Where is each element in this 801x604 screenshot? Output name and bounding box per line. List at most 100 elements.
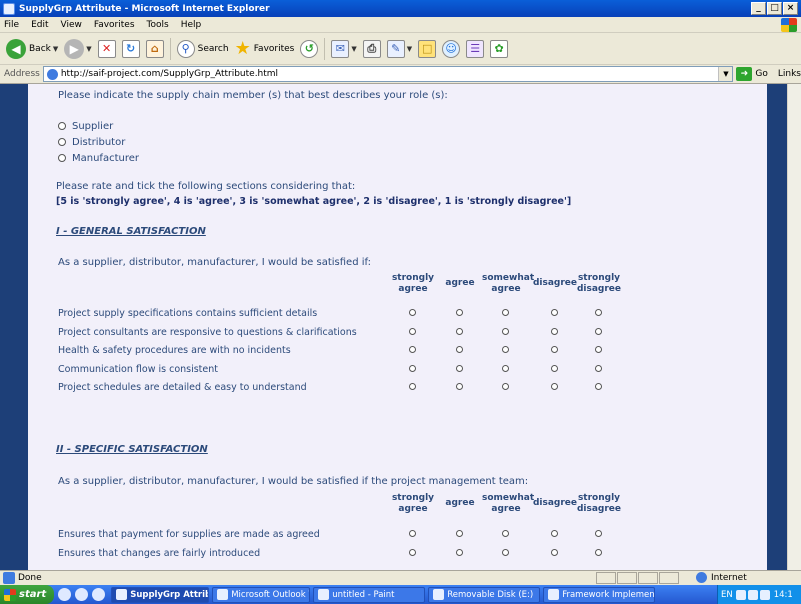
menu-edit[interactable]: Edit — [31, 20, 48, 30]
history-button[interactable]: ↺ — [297, 36, 321, 62]
menu-help[interactable]: Help — [181, 20, 202, 30]
menu-favorites[interactable]: Favorites — [94, 20, 135, 30]
quicklaunch-media-icon[interactable] — [92, 588, 106, 601]
window-title: SupplyGrp Attribute - Microsoft Internet… — [19, 3, 270, 14]
quicklaunch-desktop-icon[interactable] — [58, 588, 72, 601]
role-option-manufacturer[interactable]: Manufacturer — [58, 153, 139, 164]
msn-button[interactable]: ✿ — [487, 36, 511, 62]
taskbar-item-paint[interactable]: untitled - Paint — [313, 586, 426, 603]
home-button[interactable]: ⌂ — [143, 36, 167, 62]
radio-button[interactable] — [58, 138, 66, 146]
rating-item-label: Project supply specifications contains s… — [58, 308, 318, 319]
menu-tools[interactable]: Tools — [147, 20, 169, 30]
search-button[interactable]: ⚲ Search — [174, 36, 232, 62]
edit-button[interactable]: ✎ ▼ — [384, 36, 415, 62]
rating-radio-button[interactable] — [409, 309, 416, 316]
window-title-bar[interactable]: SupplyGrp Attribute - Microsoft Internet… — [0, 0, 801, 17]
go-button[interactable]: ➜ Go — [736, 67, 768, 81]
rating-radio-button[interactable] — [456, 548, 463, 556]
rating-radio-button[interactable] — [502, 346, 509, 353]
rating-radio-button[interactable] — [502, 383, 509, 390]
tray-icon[interactable] — [747, 589, 758, 600]
menu-file[interactable]: File — [4, 20, 19, 30]
rating-radio-button[interactable] — [551, 383, 558, 390]
radio-button[interactable] — [58, 154, 66, 162]
rating-intro: Please rate and tick the following secti… — [56, 181, 356, 192]
role-option-supplier[interactable]: Supplier — [58, 121, 113, 132]
chevron-down-icon[interactable]: ▼ — [718, 67, 733, 81]
rating-radio-button[interactable] — [551, 364, 558, 372]
rating-radio-button[interactable] — [551, 530, 558, 537]
rating-radio-button[interactable] — [456, 346, 463, 353]
column-header: somewhat agree — [482, 273, 534, 295]
maximize-button[interactable]: □ — [767, 2, 782, 15]
quicklaunch-ie-icon[interactable] — [75, 588, 89, 601]
research-button[interactable]: ☰ — [463, 36, 487, 62]
rating-radio-button[interactable] — [409, 364, 416, 372]
taskbar-item-removable-disk[interactable]: Removable Disk (E:) — [428, 586, 541, 603]
rating-radio-button[interactable] — [456, 530, 463, 537]
rating-radio-button[interactable] — [409, 530, 416, 537]
survey-page: Please indicate the supply chain member … — [28, 84, 767, 570]
vertical-scrollbar[interactable] — [787, 84, 801, 570]
back-button[interactable]: ◀ Back ▼ — [3, 36, 61, 62]
messenger-button[interactable]: ☺ — [439, 36, 463, 62]
favorites-button[interactable]: ★ Favorites — [232, 36, 298, 62]
refresh-button[interactable]: ↻ — [119, 36, 143, 62]
rating-radio-button[interactable] — [551, 346, 558, 353]
folder-icon: □ — [418, 39, 437, 58]
tray-icon[interactable] — [759, 589, 770, 600]
rating-radio-button[interactable] — [595, 383, 602, 390]
print-button[interactable]: ⎙ — [360, 36, 384, 62]
forward-arrow-icon: ▶ — [64, 38, 85, 59]
column-header: disagree — [531, 498, 579, 509]
rating-radio-button[interactable] — [595, 364, 602, 372]
rating-radio-button[interactable] — [551, 309, 558, 316]
rating-radio-button[interactable] — [456, 327, 463, 335]
language-indicator[interactable]: EN — [721, 590, 733, 600]
taskbar-item-outlook[interactable]: Microsoft Outlook W... — [212, 586, 311, 603]
rating-radio-button[interactable] — [595, 309, 602, 316]
rating-radio-button[interactable] — [502, 548, 509, 556]
mail-button[interactable]: ✉ ▼ — [328, 36, 359, 62]
folder-button[interactable]: □ — [415, 36, 439, 62]
rating-radio-button[interactable] — [502, 327, 509, 335]
rating-radio-button[interactable] — [595, 327, 602, 335]
rating-radio-button[interactable] — [456, 309, 463, 316]
links-button[interactable]: Links — [778, 69, 801, 79]
rating-radio-button[interactable] — [456, 364, 463, 372]
address-url: http://saif-project.com/SupplyGrp_Attrib… — [60, 69, 279, 79]
rating-radio-button[interactable] — [595, 530, 602, 537]
rating-radio-button[interactable] — [409, 383, 416, 390]
rating-radio-button[interactable] — [595, 548, 602, 556]
rating-radio-button[interactable] — [595, 346, 602, 353]
minimize-button[interactable]: _ — [751, 2, 766, 15]
menu-view[interactable]: View — [61, 20, 82, 30]
rating-radio-button[interactable] — [502, 364, 509, 372]
rating-radio-button[interactable] — [502, 309, 509, 316]
rating-radio-button[interactable] — [409, 346, 416, 353]
rating-radio-button[interactable] — [409, 548, 416, 556]
taskbar-item-word[interactable]: Framework Implemen... — [543, 586, 656, 603]
column-header-line: disagree — [576, 284, 622, 294]
rating-radio-button[interactable] — [456, 383, 463, 390]
radio-button[interactable] — [58, 122, 66, 130]
stop-button[interactable]: ✕ — [95, 36, 119, 62]
toolbar-separator — [169, 37, 171, 60]
page-viewport[interactable]: Please indicate the supply chain member … — [0, 84, 801, 570]
column-header-line: agree — [398, 504, 428, 514]
rating-radio-button[interactable] — [551, 548, 558, 556]
column-header: agree — [436, 278, 484, 289]
rating-radio-button[interactable] — [409, 327, 416, 335]
start-button[interactable]: start — [0, 585, 55, 604]
tray-icon[interactable] — [735, 589, 746, 600]
taskbar-item-ie[interactable]: SupplyGrp Attribu... — [111, 586, 210, 603]
messenger-icon: ☺ — [442, 39, 461, 58]
rating-radio-button[interactable] — [551, 327, 558, 335]
rating-radio-button[interactable] — [502, 530, 509, 537]
close-button[interactable]: × — [783, 2, 798, 15]
ie-app-icon — [3, 2, 15, 15]
address-input[interactable]: http://saif-project.com/SupplyGrp_Attrib… — [42, 66, 734, 82]
role-option-distributor[interactable]: Distributor — [58, 137, 125, 148]
forward-button[interactable]: ▶ ▼ — [61, 36, 94, 62]
